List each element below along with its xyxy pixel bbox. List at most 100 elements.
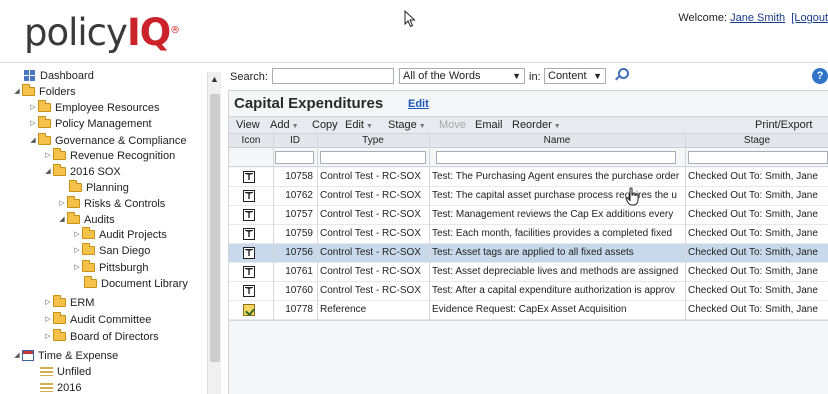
row-type: Control Test - RC-SOX — [320, 209, 421, 220]
folder-icon — [82, 242, 95, 255]
collapse-toggle-icon[interactable]: ▷ — [57, 196, 67, 212]
expand-toggle-icon[interactable]: ◢ — [43, 164, 53, 180]
row-name[interactable]: Evidence Request: CapEx Asset Acquisitio… — [432, 301, 685, 319]
scroll-up-icon[interactable]: ▲ — [210, 74, 219, 84]
sidebar-item-board-of-directors[interactable]: ▷ Board of Directors — [43, 328, 159, 345]
sidebar-item-erm[interactable]: ▷ ERM — [43, 294, 94, 311]
collapse-toggle-icon[interactable]: ▷ — [28, 100, 38, 116]
collapse-toggle-icon[interactable]: ▷ — [28, 116, 38, 132]
collapse-toggle-icon[interactable]: ▷ — [43, 295, 53, 311]
logout-link[interactable]: [Logout — [791, 12, 828, 24]
copy-button[interactable]: Copy — [312, 119, 338, 131]
table-row[interactable]: T 10761 Control Test - RC-SOX Test: Asset d… — [229, 263, 828, 282]
edit-title-link[interactable]: Edit — [408, 98, 429, 110]
control-test-icon[interactable]: T — [243, 190, 255, 202]
chevron-down-icon: ▼ — [291, 123, 299, 130]
control-test-icon[interactable]: T — [243, 228, 255, 240]
search-input[interactable] — [272, 68, 394, 84]
sidebar-item-governance-compliance[interactable]: ◢ Governance & Compliance — [28, 132, 186, 149]
id-filter-input[interactable] — [275, 151, 314, 164]
row-type: Control Test - RC-SOX — [320, 171, 421, 182]
name-filter-input[interactable] — [436, 151, 676, 164]
add-label: Add — [270, 119, 290, 131]
sidebar-item-risks-controls[interactable]: ▷ Risks & Controls — [57, 195, 165, 212]
view-button[interactable]: View — [236, 119, 260, 131]
print-export-button[interactable]: Print/Export — [755, 119, 812, 131]
expand-toggle-icon[interactable]: ◢ — [28, 133, 38, 149]
help-icon[interactable]: ? — [812, 68, 828, 84]
policyiq-logo[interactable]: policyIQ® — [24, 10, 180, 56]
row-icon-cell: T — [229, 263, 273, 281]
row-name[interactable]: Test: Asset tags are applied to all fixe… — [432, 244, 685, 262]
search-scope-select[interactable]: Content ▼ — [544, 68, 606, 84]
control-test-icon[interactable]: T — [243, 247, 255, 259]
sidebar-item-unfiled[interactable]: Unfiled — [40, 364, 91, 380]
search-icon[interactable] — [614, 68, 629, 82]
collapse-toggle-icon[interactable]: ▷ — [43, 312, 53, 328]
expand-toggle-icon[interactable]: ◢ — [57, 212, 67, 228]
row-name[interactable]: Test: Each month, facilities provides a … — [432, 225, 685, 243]
search-mode-select[interactable]: All of the Words ▼ — [399, 68, 525, 84]
sidebar-item-label: Folders — [39, 86, 76, 98]
column-header-icon[interactable]: Icon — [229, 135, 273, 146]
expand-toggle-icon[interactable]: ◢ — [12, 84, 22, 100]
user-name-link[interactable]: Jane Smith — [730, 12, 785, 24]
folder-icon — [53, 328, 66, 341]
stage-menu-button[interactable]: Stage ▼ — [388, 119, 426, 131]
collapse-toggle-icon[interactable]: ▷ — [72, 227, 82, 243]
collapse-toggle-icon[interactable]: ▷ — [43, 329, 53, 345]
sidebar-item-dashboard[interactable]: Dashboard — [24, 68, 94, 84]
sidebar-item-san-diego[interactable]: ▷ San Diego — [72, 242, 150, 259]
email-button[interactable]: Email — [475, 119, 503, 131]
sidebar-item-planning[interactable]: Planning — [69, 179, 129, 196]
stage-filter-input[interactable] — [688, 151, 828, 164]
sidebar-item-pittsburgh[interactable]: ▷ Pittsburgh — [72, 259, 149, 276]
reorder-menu-button[interactable]: Reorder ▼ — [512, 119, 561, 131]
control-test-icon[interactable]: T — [243, 285, 255, 297]
control-test-icon[interactable]: T — [243, 209, 255, 221]
sidebar-item-revenue-recognition[interactable]: ▷ Revenue Recognition — [43, 147, 176, 164]
control-test-icon[interactable]: T — [243, 171, 255, 183]
sidebar-item-policy-management[interactable]: ▷ Policy Management — [28, 115, 152, 132]
sidebar-scrollbar[interactable]: ▲ — [207, 72, 221, 394]
scrollbar-thumb[interactable] — [210, 94, 220, 362]
sidebar-item-audits[interactable]: ◢ Audits — [57, 211, 115, 228]
column-header-stage[interactable]: Stage — [685, 135, 828, 146]
control-test-icon[interactable]: T — [243, 266, 255, 278]
table-row[interactable]: T 10759 Control Test - RC-SOX Test: Each mo… — [229, 225, 828, 244]
edit-menu-button[interactable]: Edit ▼ — [345, 119, 373, 131]
collapse-toggle-icon[interactable]: ▷ — [72, 243, 82, 259]
table-row[interactable]: 10778 Reference Evidence Request: CapEx As… — [229, 301, 828, 320]
sidebar-item-label: Revenue Recognition — [70, 150, 176, 162]
move-button[interactable]: Move — [439, 119, 466, 131]
sidebar-item-audit-projects[interactable]: ▷ Audit Projects — [72, 226, 167, 243]
row-name[interactable]: Test: After a capital expenditure author… — [432, 282, 685, 300]
row-name[interactable]: Test: The capital asset purchase process… — [432, 187, 685, 205]
sidebar-item-2016[interactable]: 2016 — [40, 380, 81, 394]
add-menu-button[interactable]: Add ▼ — [270, 119, 299, 131]
sidebar-item-audit-committee[interactable]: ▷ Audit Committee — [43, 311, 151, 328]
column-header-type[interactable]: Type — [317, 135, 429, 146]
type-filter-input[interactable] — [320, 151, 426, 164]
sidebar-item-folders[interactable]: ◢ Folders — [12, 83, 76, 100]
collapse-toggle-icon[interactable]: ▷ — [72, 260, 82, 276]
sidebar-item-label: Policy Management — [55, 118, 152, 130]
sidebar-item-2016-sox[interactable]: ◢ 2016 SOX — [43, 163, 121, 180]
expand-toggle-icon[interactable]: ◢ — [12, 348, 22, 364]
search-scope-value: Content — [548, 70, 587, 82]
sidebar-item-employee-resources[interactable]: ▷ Employee Resources — [28, 99, 160, 116]
row-name[interactable]: Test: Management reviews the Cap Ex addi… — [432, 206, 685, 224]
table-row[interactable]: T 10756 Control Test - RC-SOX Test: Asset t… — [229, 244, 828, 263]
table-row[interactable]: T 10758 Control Test - RC-SOX Test: The Pur… — [229, 168, 828, 187]
row-name[interactable]: Test: Asset depreciable lives and method… — [432, 263, 685, 281]
sidebar-item-time-expense[interactable]: ◢ Time & Expense — [12, 348, 118, 364]
table-row[interactable]: T 10760 Control Test - RC-SOX Test: After a… — [229, 282, 828, 301]
collapse-toggle-icon[interactable]: ▷ — [43, 148, 53, 164]
reference-icon[interactable] — [243, 304, 255, 316]
row-name[interactable]: Test: The Purchasing Agent ensures the p… — [432, 168, 685, 186]
table-row[interactable]: T 10762 Control Test - RC-SOX Test: The cap… — [229, 187, 828, 206]
column-header-name[interactable]: Name — [429, 135, 685, 146]
table-row[interactable]: T 10757 Control Test - RC-SOX Test: Managem… — [229, 206, 828, 225]
column-header-id[interactable]: ID — [273, 135, 317, 146]
sidebar-item-document-library[interactable]: Document Library — [84, 275, 188, 292]
